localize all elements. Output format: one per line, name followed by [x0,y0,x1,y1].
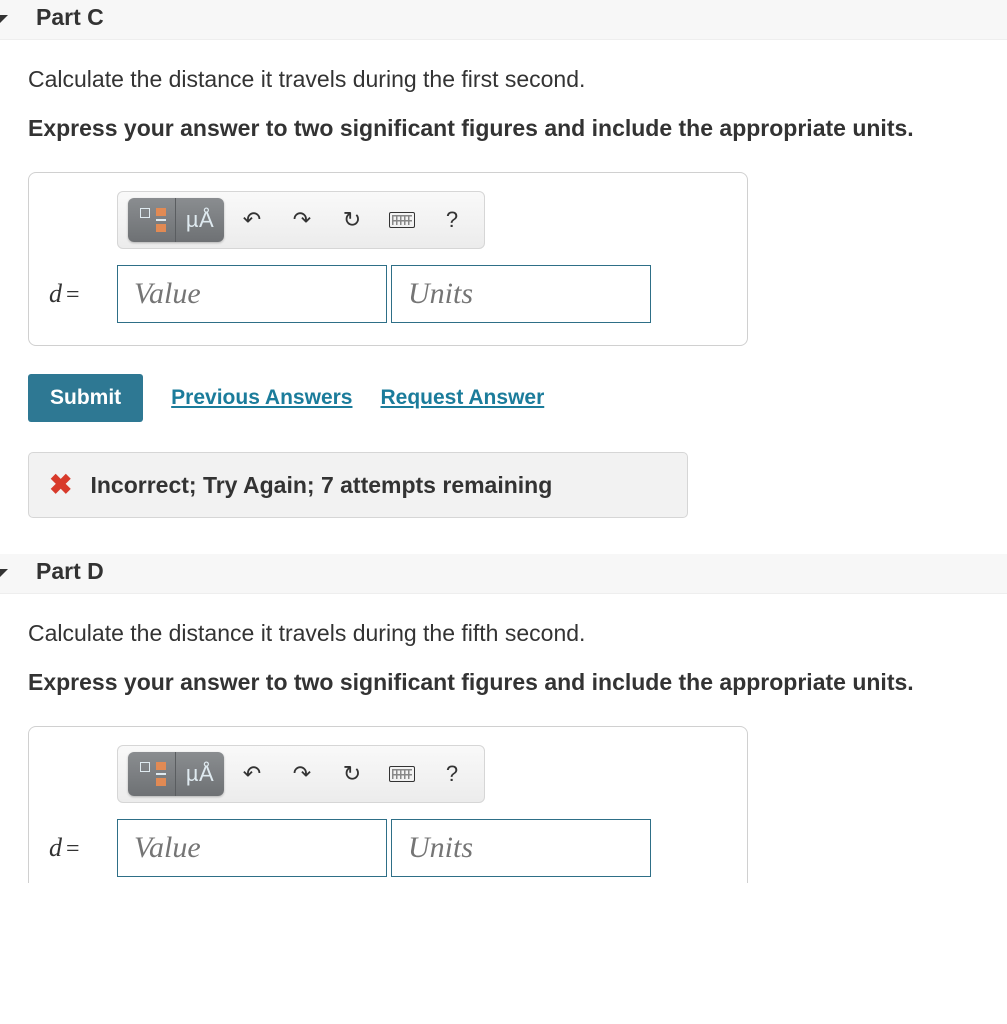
keyboard-icon [389,212,415,228]
part-title: Part C [36,4,104,31]
units-input[interactable] [391,819,651,877]
collapse-caret-icon [0,15,8,25]
variable-symbol: d [49,833,62,862]
answer-inputs [117,265,651,323]
reset-button[interactable]: ↻ [330,752,374,796]
answer-input-row: d= [49,265,727,323]
keyboard-icon [389,766,415,782]
redo-icon: ↷ [293,207,311,233]
redo-button[interactable]: ↷ [280,198,324,242]
question-prompt: Calculate the distance it travels during… [28,618,979,649]
value-input[interactable] [117,819,387,877]
units-input[interactable] [391,265,651,323]
mu-angstrom-icon: µÅ [186,761,214,787]
fraction-template-icon [138,762,166,786]
mu-angstrom-icon: µÅ [186,207,214,233]
answer-card: µÅ ↶ ↷ ↻ ? d= [28,172,748,346]
keyboard-button[interactable] [380,752,424,796]
undo-button[interactable]: ↶ [230,198,274,242]
undo-icon: ↶ [243,207,261,233]
special-characters-button[interactable]: µÅ [176,198,224,242]
part-title: Part D [36,558,104,585]
help-icon: ? [446,761,458,787]
template-picker-button[interactable] [128,752,176,796]
keyboard-button[interactable] [380,198,424,242]
answer-instruction: Express your answer to two significant f… [28,113,979,144]
feedback-banner: ✖ Incorrect; Try Again; 7 attempts remai… [28,452,688,518]
help-icon: ? [446,207,458,233]
part-header-c[interactable]: Part C [0,0,1007,40]
request-answer-link[interactable]: Request Answer [380,386,544,410]
question-prompt: Calculate the distance it travels during… [28,64,979,95]
answer-instruction: Express your answer to two significant f… [28,667,979,698]
redo-button[interactable]: ↷ [280,752,324,796]
reset-button[interactable]: ↻ [330,198,374,242]
template-picker-button[interactable] [128,198,176,242]
variable-symbol: d [49,279,62,308]
variable-label: d= [49,279,103,309]
toolbar-group-templates: µÅ [128,752,224,796]
special-characters-button[interactable]: µÅ [176,752,224,796]
collapse-caret-icon [0,569,8,579]
answer-inputs [117,819,651,877]
equation-toolbar: µÅ ↶ ↷ ↻ ? [117,745,485,803]
reset-icon: ↻ [343,207,361,233]
reset-icon: ↻ [343,761,361,787]
value-input[interactable] [117,265,387,323]
part-body-c: Calculate the distance it travels during… [0,40,1007,554]
undo-button[interactable]: ↶ [230,752,274,796]
variable-label: d= [49,833,103,863]
answer-card: µÅ ↶ ↷ ↻ ? d= [28,726,748,883]
incorrect-icon: ✖ [49,471,72,499]
fraction-template-icon [138,208,166,232]
equals-sign: = [66,836,80,862]
help-button[interactable]: ? [430,752,474,796]
answer-actions: Submit Previous Answers Request Answer [28,374,979,422]
toolbar-group-templates: µÅ [128,198,224,242]
part-header-d[interactable]: Part D [0,554,1007,594]
undo-icon: ↶ [243,761,261,787]
feedback-text: Incorrect; Try Again; 7 attempts remaini… [90,472,552,499]
equation-toolbar: µÅ ↶ ↷ ↻ ? [117,191,485,249]
redo-icon: ↷ [293,761,311,787]
submit-button[interactable]: Submit [28,374,143,422]
answer-input-row: d= [49,819,727,877]
help-button[interactable]: ? [430,198,474,242]
equals-sign: = [66,282,80,308]
previous-answers-link[interactable]: Previous Answers [171,386,352,410]
part-body-d: Calculate the distance it travels during… [0,594,1007,883]
